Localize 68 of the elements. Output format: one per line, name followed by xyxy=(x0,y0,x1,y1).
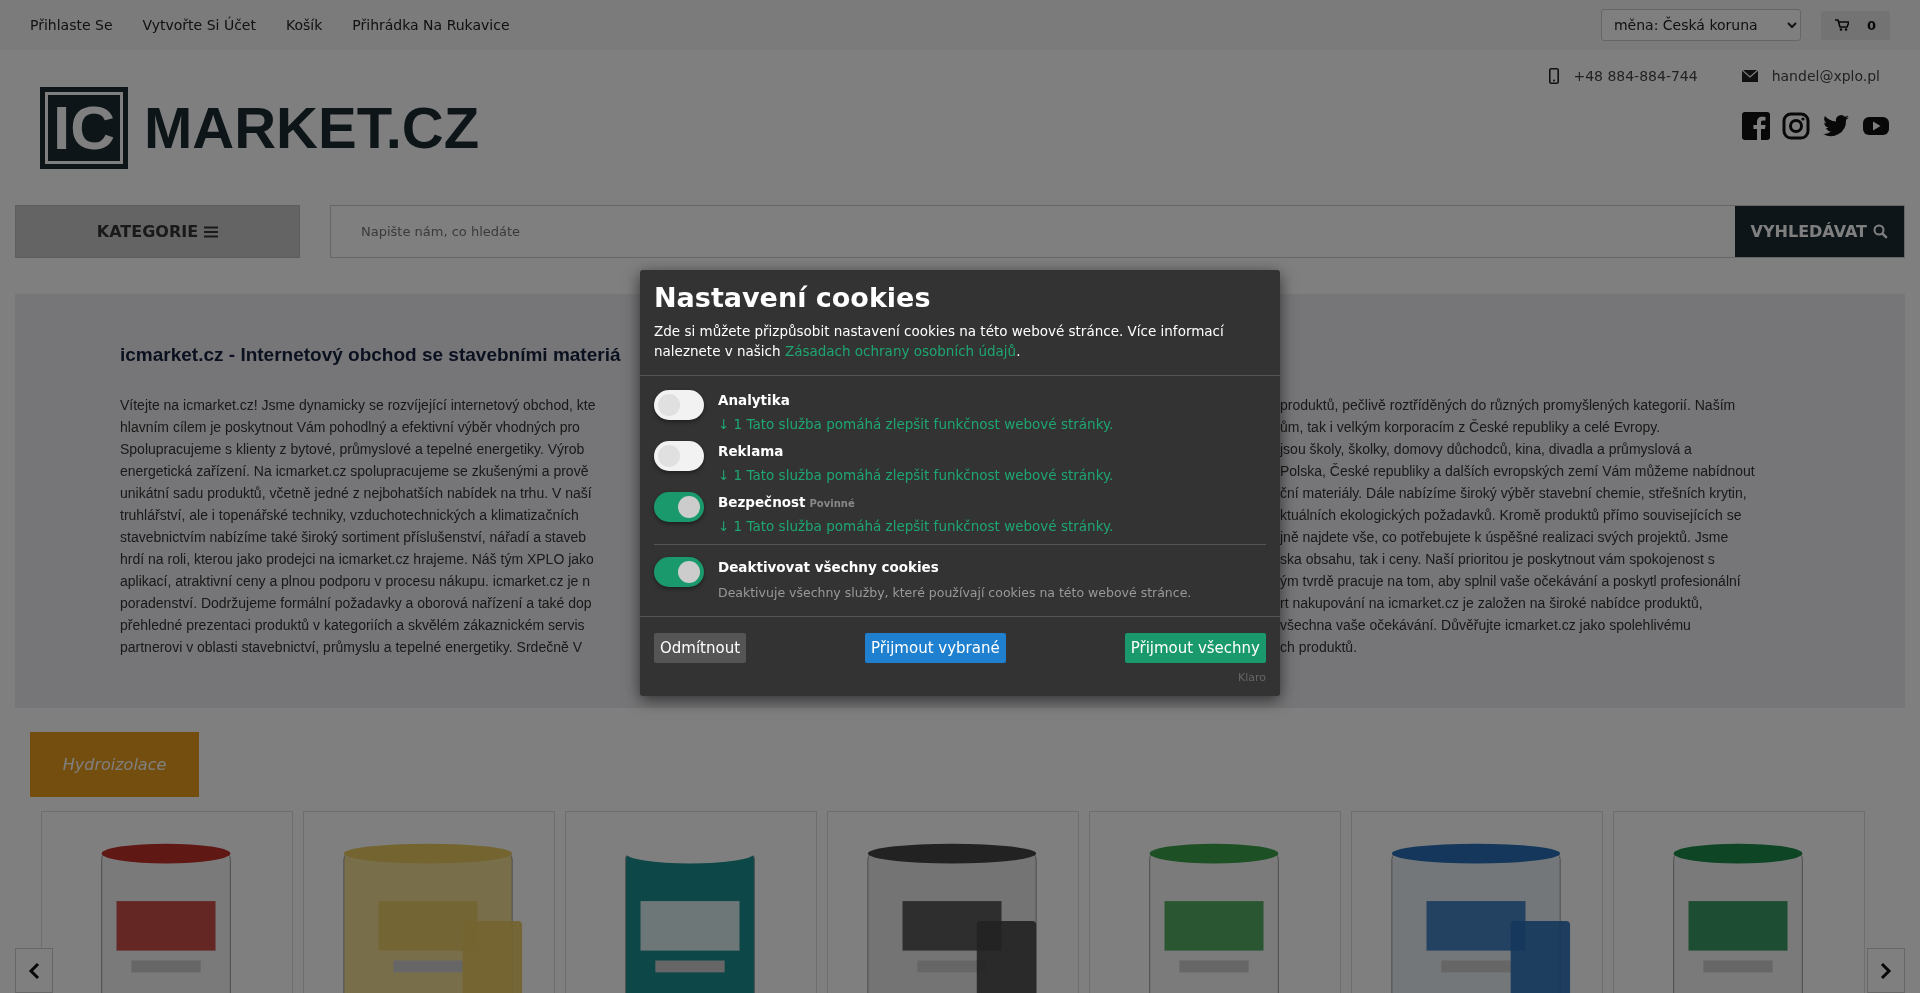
search-icon xyxy=(1873,224,1888,239)
email-address[interactable]: handel@xplo.pl xyxy=(1771,68,1880,84)
intro-text: ým tvrdě pracuje na tom, aby splnil vaše očekávání a poskytl profesionální xyxy=(1280,572,1742,591)
phone-icon xyxy=(1549,68,1560,84)
search-button[interactable]: VYHLEDÁVAT xyxy=(1734,206,1904,257)
intro-text: truhlářství, ale i topenářské techniky, vzduchotechnických a klimatizačních xyxy=(120,506,580,525)
toggle-switch[interactable] xyxy=(654,492,704,522)
intro-text: jně najdete vše, co potřebujete k úspěšné realizaci svých projektů. Jsme xyxy=(1280,528,1730,547)
intro-text: ktuálních ekologických požadavků. Kromě produktů přímo souvisejících se xyxy=(1280,506,1743,525)
intro-text: ska obsahu, tak i ceny. Naší prioritou je poskytnout vám spokojenost s xyxy=(1280,550,1716,569)
top-link[interactable]: Vytvořte Si Účet xyxy=(142,17,256,33)
toggle-all-label: Deaktivovat všechny cookies xyxy=(718,559,939,575)
service-description[interactable]: ↓ 1 Tato služba pomáhá zlepšit funkčnost webové stránky. xyxy=(718,518,1114,534)
category-button[interactable]: KATEGORIE xyxy=(15,205,300,258)
top-link[interactable]: Košík xyxy=(285,17,323,33)
intro-text: všechna vaše očekávání. Důvěřujte icmarket.cz jako spolehlivému xyxy=(1280,616,1692,635)
dialog-text: Zde si můžete přizpůsobit nastavení cookies na této webové stránce. Více informací naleznete v našich Zásadach ochrany osobních údajů. xyxy=(654,322,1225,361)
logo-mark[interactable]: IC xyxy=(40,86,128,169)
toggle-switch[interactable] xyxy=(654,390,704,420)
intro-text: přehledné prezentaci produktů v kategoriích a skvělém zákaznickém servis xyxy=(120,616,586,635)
instagram-icon[interactable] xyxy=(1782,112,1810,140)
currency-select[interactable]: měna: Česká koruna xyxy=(1600,9,1801,41)
intro-text: ům, tak i velkým korporacím z České republiky a celé Evropy. xyxy=(1280,418,1662,437)
service-description[interactable]: ↓ 1 Tato služba pomáhá zlepšit funkčnost webové stránky. xyxy=(718,467,1114,483)
accept-button[interactable]: Přijmout vybrané xyxy=(865,633,1006,663)
toggle-switch[interactable] xyxy=(654,557,704,587)
decline-button[interactable]: Odmítnout xyxy=(654,633,747,663)
dialog-title: Nastavení cookies xyxy=(654,282,932,313)
chevron-left-icon xyxy=(28,961,40,980)
intro-text: energetická zařízení. Na icmarket.cz spolupracujeme se zkušenými a prově xyxy=(120,462,590,481)
cart-button[interactable]: 0 xyxy=(1820,10,1890,40)
intro-text: rt nakupování na icmarket.cz je založen na široké nabídce produktů, xyxy=(1280,594,1704,613)
service-name: Reklama xyxy=(718,443,784,459)
menu-icon xyxy=(204,225,219,238)
intro-text: aplikací, atraktivní ceny a plnou podporu v procesu nákupu. icmarket.cz je n xyxy=(120,572,592,591)
intro-text: stavebnictvím nabízíme také široký sortiment příslušenství, nářadí a staveb xyxy=(120,528,588,547)
intro-text: unikátní sadu produktů, včetně jedné z nejbohatších nabídek na trhu. V naší xyxy=(120,484,593,503)
intro-title: icmarket.cz - Internetový obchod se stavebními materiá xyxy=(120,344,622,366)
intro-text: partnerovi v oblasti stavebnictví, průmyslu a tepelné energetiky. Srdečně V xyxy=(120,638,583,657)
service-name: Analytika xyxy=(718,392,790,408)
accept-button[interactable]: Přijmout všechny xyxy=(1124,633,1266,663)
chevron-right-icon xyxy=(1880,961,1892,980)
facebook-icon[interactable] xyxy=(1742,112,1770,140)
intro-text: ční materiály. Dále nabízíme široký výběr stavební chemie, střešních krytin, xyxy=(1280,484,1748,503)
previous-button[interactable] xyxy=(15,948,53,993)
toggle-switch[interactable] xyxy=(654,441,704,471)
service-description[interactable]: ↓ 1 Tato služba pomáhá zlepšit funkčnost webové stránky. xyxy=(718,416,1114,432)
toggle-all-description: Deaktivuje všechny služby, které používají cookies na této webové stránce. xyxy=(718,585,1192,600)
intro-text: Vítejte na icmarket.cz! Jsme dynamicky se rozvíjející internetový obchod, kte xyxy=(120,396,597,415)
next-button[interactable] xyxy=(1867,948,1905,993)
search-field[interactable]: Napište nám, co hledáte VYHLEDÁVAT xyxy=(330,205,1905,258)
intro-text: jsou školy, školky, domovy důchodců, kina, divadla a průmyslová a xyxy=(1280,440,1693,459)
intro-text: ch produktů. xyxy=(1280,638,1359,657)
intro-text: hrdí na roli, kterou jako prodejci na icmarket.cz hrajeme. Náš tým XPLO jako xyxy=(120,550,595,569)
phone-number[interactable]: +48 884-884-744 xyxy=(1573,68,1698,84)
envelope-icon xyxy=(1741,70,1758,82)
intro-text: Polska, České republiky a dalších evropských zemí Vám můžeme nabídnout xyxy=(1280,462,1756,481)
cart-icon xyxy=(1834,19,1849,31)
service-name: Bezpečnost xyxy=(718,494,806,510)
intro-text: poradenství. Dodržujeme formální požadavky a oborová nařízení a také dop xyxy=(120,594,593,613)
intro-text: produktů, pečlivě roztříděných do různých promyšlených kategorií. Naším xyxy=(1280,396,1737,415)
required-label: Povinné xyxy=(809,498,855,509)
top-link[interactable]: Přihrádka Na Rukavice xyxy=(352,17,510,33)
intro-text: Spolupracujeme s klienty z bytové, průmyslové a tepelné energetiky. Výrob xyxy=(120,440,586,459)
top-link[interactable]: Přihlaste Se xyxy=(30,17,113,33)
privacy-link[interactable]: Zásadach ochrany osobních údajů xyxy=(784,343,1017,359)
intro-text: hlavním cílem je poskytnout Vám pohodlný a efektivní výběr vhodných pro xyxy=(120,418,581,437)
logo-text[interactable]: MARKET.CZ xyxy=(144,94,480,161)
